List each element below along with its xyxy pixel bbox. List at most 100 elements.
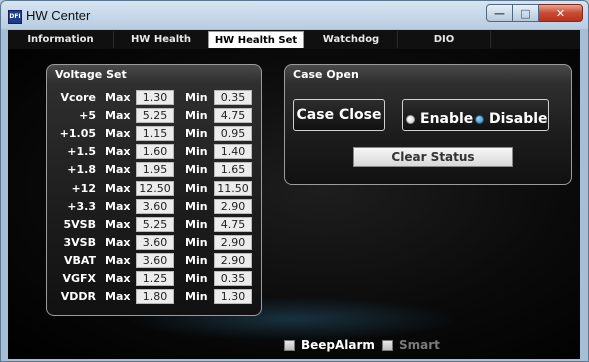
max-label: Max [105,109,131,123]
min-value-field[interactable]: 2.90 [214,234,252,250]
min-label: Min [185,199,208,213]
voltage-row: VGFX Max 1.25 Min 0.35 [47,271,263,287]
voltage-row: +3.3 Max 3.60 Min 2.90 [47,198,263,215]
voltage-name: Vcore [60,91,96,104]
client-area: Information HW Health HW Health Set Watc… [8,30,580,359]
tab-bar: Information HW Health HW Health Set Watc… [8,30,580,49]
max-label: Max [105,163,131,177]
min-value-field[interactable]: 0.95 [214,126,252,142]
min-value-field[interactable]: 0.35 [214,271,252,286]
voltage-row: VDDR Max 1.80 Min 1.30 [47,289,263,305]
voltage-row: +1.05 Max 1.15 Min 0.95 [47,126,263,142]
max-value-field[interactable]: 1.30 [136,90,174,105]
min-value-field[interactable]: 1.30 [214,289,252,305]
voltage-name: VDDR [60,290,96,304]
window-title: HW Center [26,8,91,23]
voltage-row: VBAT Max 3.60 Min 2.90 [47,252,263,269]
voltage-row: 5VSB Max 5.25 Min 4.75 [47,216,263,233]
voltage-row: +1.5 Max 1.60 Min 1.40 [47,144,263,160]
min-label: Min [185,163,208,177]
voltage-name: 3VSB [63,235,96,249]
max-value-field[interactable]: 3.60 [136,198,174,214]
checkbox-icon [284,339,295,351]
max-value-field[interactable]: 12.50 [136,180,174,196]
minimize-icon: — [494,6,505,20]
max-value-field[interactable]: 5.25 [136,108,174,124]
voltage-row: +12 Max 12.50 Min 11.50 [47,180,263,197]
title-bar[interactable]: DFI HW Center — □ ✕ [1,1,588,29]
voltage-name: +1.5 [67,145,96,159]
max-label: Max [105,290,131,304]
beep-alarm-label: BeepAlarm [301,338,375,352]
tab-hw-health[interactable]: HW Health [114,31,209,48]
disable-radio[interactable]: Disable [475,111,548,127]
voltage-name: +12 [71,181,96,195]
max-value-field[interactable]: 3.60 [136,234,174,250]
min-label: Min [185,235,208,249]
min-label: Min [185,127,208,141]
max-label: Max [105,253,131,267]
close-icon: ✕ [555,6,566,20]
minimize-button[interactable]: — [486,4,513,22]
max-label: Max [105,272,131,285]
min-value-field[interactable]: 2.90 [214,252,252,268]
max-value-field[interactable]: 1.60 [136,144,174,160]
max-label: Max [105,235,131,249]
voltage-set-panel: Voltage Set Vcore Max 1.30 Min 0.35 +5 Max 5.25… [46,64,262,316]
enable-radio-label: Enable [420,111,474,127]
max-value-field[interactable]: 1.80 [136,289,174,305]
voltage-name: +5 [79,109,96,123]
clear-status-button[interactable]: Clear Status [353,147,513,167]
tab-dio[interactable]: DIO [398,31,491,48]
voltage-name: +1.05 [59,127,96,141]
max-label: Max [105,127,131,141]
radio-selected-icon [475,114,484,124]
beep-alarm-checkbox[interactable]: BeepAlarm [284,338,375,352]
min-value-field[interactable]: 11.50 [214,180,252,196]
min-label: Min [185,91,208,104]
hw-health-set-page: Voltage Set Vcore Max 1.30 Min 0.35 +5 Max 5.25… [8,49,580,359]
min-value-field[interactable]: 2.90 [214,198,252,214]
voltage-row: +1.8 Max 1.95 Min 1.65 [47,162,263,178]
enable-radio[interactable]: Enable [406,111,473,127]
min-label: Min [185,145,208,159]
maximize-button[interactable]: □ [513,4,539,22]
voltage-name: 5VSB [63,217,96,231]
min-value-field[interactable]: 1.40 [214,144,252,160]
max-value-field[interactable]: 1.15 [136,126,174,142]
min-value-field[interactable]: 4.75 [214,108,252,124]
tab-information[interactable]: Information [8,31,114,48]
case-open-mode-group: Enable Disable [402,99,549,131]
min-value-field[interactable]: 1.65 [214,162,252,178]
smart-label: Smart [399,338,440,352]
smart-checkbox[interactable]: Smart [382,338,440,352]
min-value-field[interactable]: 0.35 [214,90,252,105]
max-value-field[interactable]: 1.25 [136,271,174,286]
min-label: Min [185,181,208,195]
max-label: Max [105,181,131,195]
max-value-field[interactable]: 5.25 [136,216,174,232]
max-label: Max [105,91,131,104]
case-close-button[interactable]: Case Close [293,99,385,131]
window-controls: — □ ✕ [486,4,583,23]
voltage-name: +1.8 [67,163,96,177]
max-value-field[interactable]: 1.95 [136,162,174,178]
checkbox-icon [382,339,393,351]
max-label: Max [105,217,131,231]
tab-hw-health-set[interactable]: HW Health Set [208,31,304,48]
min-label: Min [185,253,208,267]
radio-unselected-icon [406,114,415,124]
voltage-row: Vcore Max 1.30 Min 0.35 [47,90,263,106]
close-button[interactable]: ✕ [539,4,583,22]
min-label: Min [185,272,208,285]
voltage-name: +3.3 [67,199,96,213]
min-label: Min [185,109,208,123]
case-open-title: Case Open [293,68,359,81]
tab-watchdog[interactable]: Watchdog [305,31,398,48]
voltage-row: +5 Max 5.25 Min 4.75 [47,108,263,124]
maximize-icon: □ [520,6,531,20]
voltage-row: 3VSB Max 3.60 Min 2.90 [47,234,263,251]
max-value-field[interactable]: 3.60 [136,252,174,268]
voltage-name: VBAT [63,253,96,267]
min-value-field[interactable]: 4.75 [214,216,252,232]
